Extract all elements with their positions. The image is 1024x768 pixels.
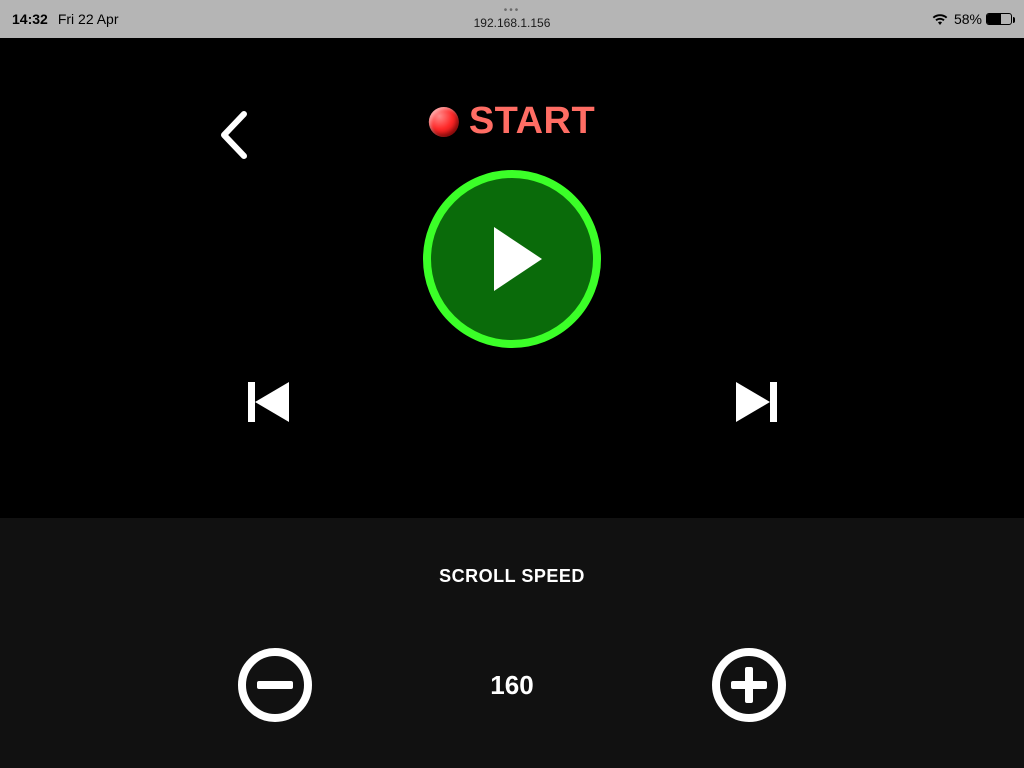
record-dot-icon [429,107,459,137]
skip-to-start-button[interactable] [240,378,296,426]
skip-end-bar-icon [770,382,777,422]
status-center: ••• 192.168.1.156 [474,8,551,30]
back-button[interactable] [214,110,254,160]
scroll-speed-panel: SCROLL SPEED 160 [0,518,1024,768]
start-header: START [429,100,595,143]
skip-start-triangle-icon [255,382,289,422]
playback-panel: START [0,38,1024,518]
app-content: START SCROLL SPEED 160 [0,38,1024,768]
skip-start-bar-icon [248,382,255,422]
skip-to-end-button[interactable] [728,378,784,426]
scroll-speed-label: SCROLL SPEED [439,566,585,587]
wifi-icon [932,13,948,25]
skip-end-triangle-icon [736,382,770,422]
status-time: 14:32 [12,11,48,27]
battery-icon [986,13,1012,25]
play-icon [494,227,542,291]
play-button[interactable] [423,170,601,348]
increase-speed-button[interactable] [712,648,786,722]
status-address: 192.168.1.156 [474,16,551,30]
start-label: START [469,100,595,143]
battery-percent: 58% [954,11,982,27]
decrease-speed-button[interactable] [238,648,312,722]
status-bar: 14:32 Fri 22 Apr ••• 192.168.1.156 58% [0,0,1024,38]
status-left: 14:32 Fri 22 Apr [12,11,119,27]
battery-indicator: 58% [954,11,1012,27]
status-right: 58% [932,11,1012,27]
multitask-dots-icon: ••• [474,8,551,14]
chevron-left-icon [214,110,254,160]
speed-row: 160 [0,648,1024,722]
speed-value: 160 [482,670,542,701]
status-date: Fri 22 Apr [58,11,119,27]
